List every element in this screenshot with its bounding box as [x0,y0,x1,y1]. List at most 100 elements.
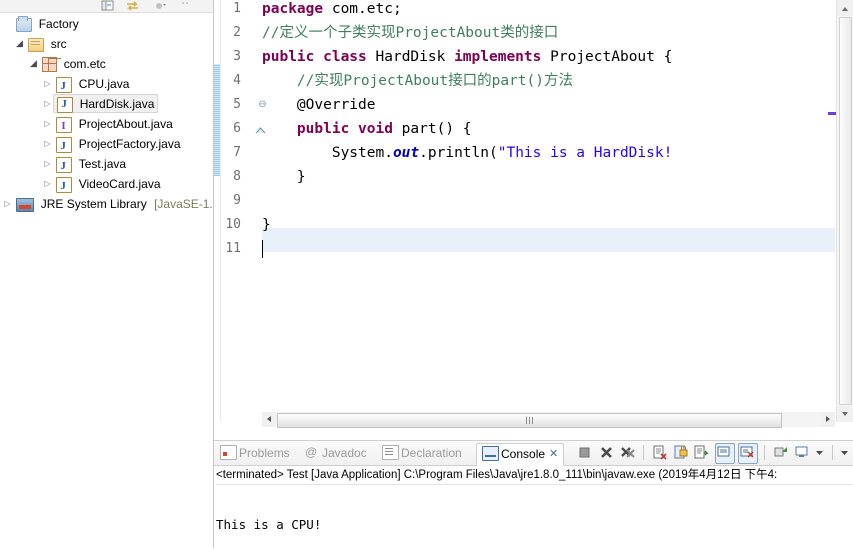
expand-arrow[interactable] [42,174,53,194]
tree-item-sublabel: [JavaSE-1. [154,196,213,211]
text-caret [262,240,263,258]
tree-item-label: VideoCard.java [78,176,161,191]
close-icon[interactable]: ✕ [549,444,558,465]
scrollbar-grip-icon [525,417,534,424]
tab-label: Javadoc [322,446,367,460]
console-toolbar [576,443,851,464]
clear-console-icon[interactable] [651,443,669,462]
tree-item-projectabout-java[interactable]: ProjectAbout.java [0,113,213,136]
line-number: 1 [233,1,241,16]
tab-label: Problems [239,446,290,460]
expand-arrow[interactable] [42,154,53,174]
console-icon [482,446,499,462]
toolbar-separator [643,445,645,460]
scroll-up-arrow-icon[interactable] [837,0,853,16]
editor-horizontal-scrollbar[interactable] [262,412,835,428]
tree-item-videocard-java[interactable]: VideoCard.java [0,173,213,196]
package-explorer-view: Factory src com.etc CPU.java [0,0,214,548]
expand-arrow[interactable] [42,74,53,94]
remove-launch-icon[interactable] [598,443,616,462]
declaration-icon [382,445,399,461]
source-folder-icon [28,37,45,52]
package-icon [42,57,58,73]
vertical-scrollbar-thumb[interactable] [839,17,852,405]
open-console-dropdown-icon[interactable] [814,443,825,462]
tree-item-label: Test.java [78,156,127,171]
word-wrap-icon[interactable] [693,443,711,462]
scroll-down-arrow-icon[interactable] [837,406,853,422]
expand-arrow[interactable] [28,53,39,74]
editor-vertical-scrollbar[interactable] [836,0,853,422]
tab-javadoc[interactable]: Javadoc [305,442,367,464]
toolbar-separator [831,445,833,460]
show-console-on-error-icon[interactable] [737,443,758,464]
minimize-icon[interactable] [178,0,194,12]
code-line-3: public class HardDisk implements Project… [262,49,673,65]
scroll-right-arrow-icon[interactable] [821,412,835,427]
expand-arrow[interactable] [2,194,13,214]
tab-problems[interactable]: Problems [220,443,290,464]
tree-item-label: ProjectFactory.java [78,136,181,151]
line-number: 3 [233,49,241,64]
tree-item-label: CPU.java [78,76,130,91]
java-file-icon [56,176,73,196]
line-number: 9 [233,193,241,208]
scroll-lock-icon[interactable] [672,443,690,462]
editor-text-area[interactable]: package com.etc; //定义一个子类实现ProjectAbout类… [262,0,835,422]
collapse-all-icon[interactable] [100,0,116,12]
tree-item-src[interactable]: src [0,33,213,53]
code-line-6: public void part() { [296,121,472,137]
console-process-header: <terminated> Test [Java Application] C:\… [216,466,853,485]
tree-item-projectfactory-java[interactable]: ProjectFactory.java [0,133,213,156]
scroll-left-arrow-icon[interactable] [262,412,276,427]
code-line-5: @Override [262,97,376,113]
editor-line-number-ruler: 1 2 3 4 5 ⊖ 6 7 8 9 10 11 [221,0,267,422]
tree-item-package[interactable]: com.etc [0,53,213,73]
line-number: 8 [233,169,241,184]
pin-console-icon[interactable] [772,443,790,462]
tree-item-label: Factory [38,16,79,31]
overview-ruler-warning-mark[interactable] [828,112,836,115]
show-console-on-output-icon[interactable] [714,443,735,464]
console-output-line: This is a CPU! [216,517,322,532]
expand-arrow[interactable] [42,94,53,114]
tree-item-test-java[interactable]: Test.java [0,153,213,176]
horizontal-scrollbar-thumb[interactable] [277,413,782,428]
console-output-text[interactable]: This is a CPU! This is a video card! Thi… [216,485,853,545]
link-with-editor-icon[interactable] [125,0,141,12]
line-number: 7 [233,145,241,160]
package-explorer-toolbar [0,0,213,13]
code-line-7: System.out.println("This is a HardDisk! [262,145,673,161]
tab-console[interactable]: Console ✕ [476,443,565,466]
line-number: 5 [233,97,241,112]
selected-highlight: HardDisk.java [53,94,159,113]
java-interface-file-icon [56,116,73,136]
tab-label: Declaration [401,446,462,460]
javadoc-icon [305,442,320,463]
code-line-2: //定义一个子类实现ProjectAbout类的接口 [262,25,559,41]
tree-item-label: JRE System Library [40,196,147,211]
tab-declaration[interactable]: Declaration [382,443,462,464]
expand-arrow[interactable] [42,114,53,134]
tree-item-project[interactable]: Factory [0,13,213,33]
display-selected-console-icon[interactable] [793,443,811,462]
java-file-icon [56,156,73,176]
tree-item-harddisk-java[interactable]: HardDisk.java [0,93,213,113]
expand-arrow[interactable] [42,134,53,154]
tree-item-jre-system-library[interactable]: JRE System Library [JavaSE-1. [0,193,213,213]
expand-arrow[interactable] [14,33,25,54]
java-file-icon [56,136,73,156]
line-number: 11 [225,241,241,256]
eclipse-ide-window: Factory src com.etc CPU.java [0,0,853,549]
remove-all-terminated-icon[interactable] [619,443,637,462]
tab-label: Console [501,447,546,461]
java-file-icon [56,76,73,96]
jre-library-icon [16,197,35,212]
project-tree[interactable]: Factory src com.etc CPU.java [0,13,213,213]
code-line-10: } [262,217,271,233]
tree-item-cpu-java[interactable]: CPU.java [0,73,213,96]
view-menu-icon[interactable] [839,443,851,462]
java-source-editor[interactable]: 1 2 3 4 5 ⊖ 6 7 8 9 10 11 package com.et… [214,0,853,434]
view-menu-icon[interactable] [153,0,169,12]
terminate-icon[interactable] [576,443,594,462]
